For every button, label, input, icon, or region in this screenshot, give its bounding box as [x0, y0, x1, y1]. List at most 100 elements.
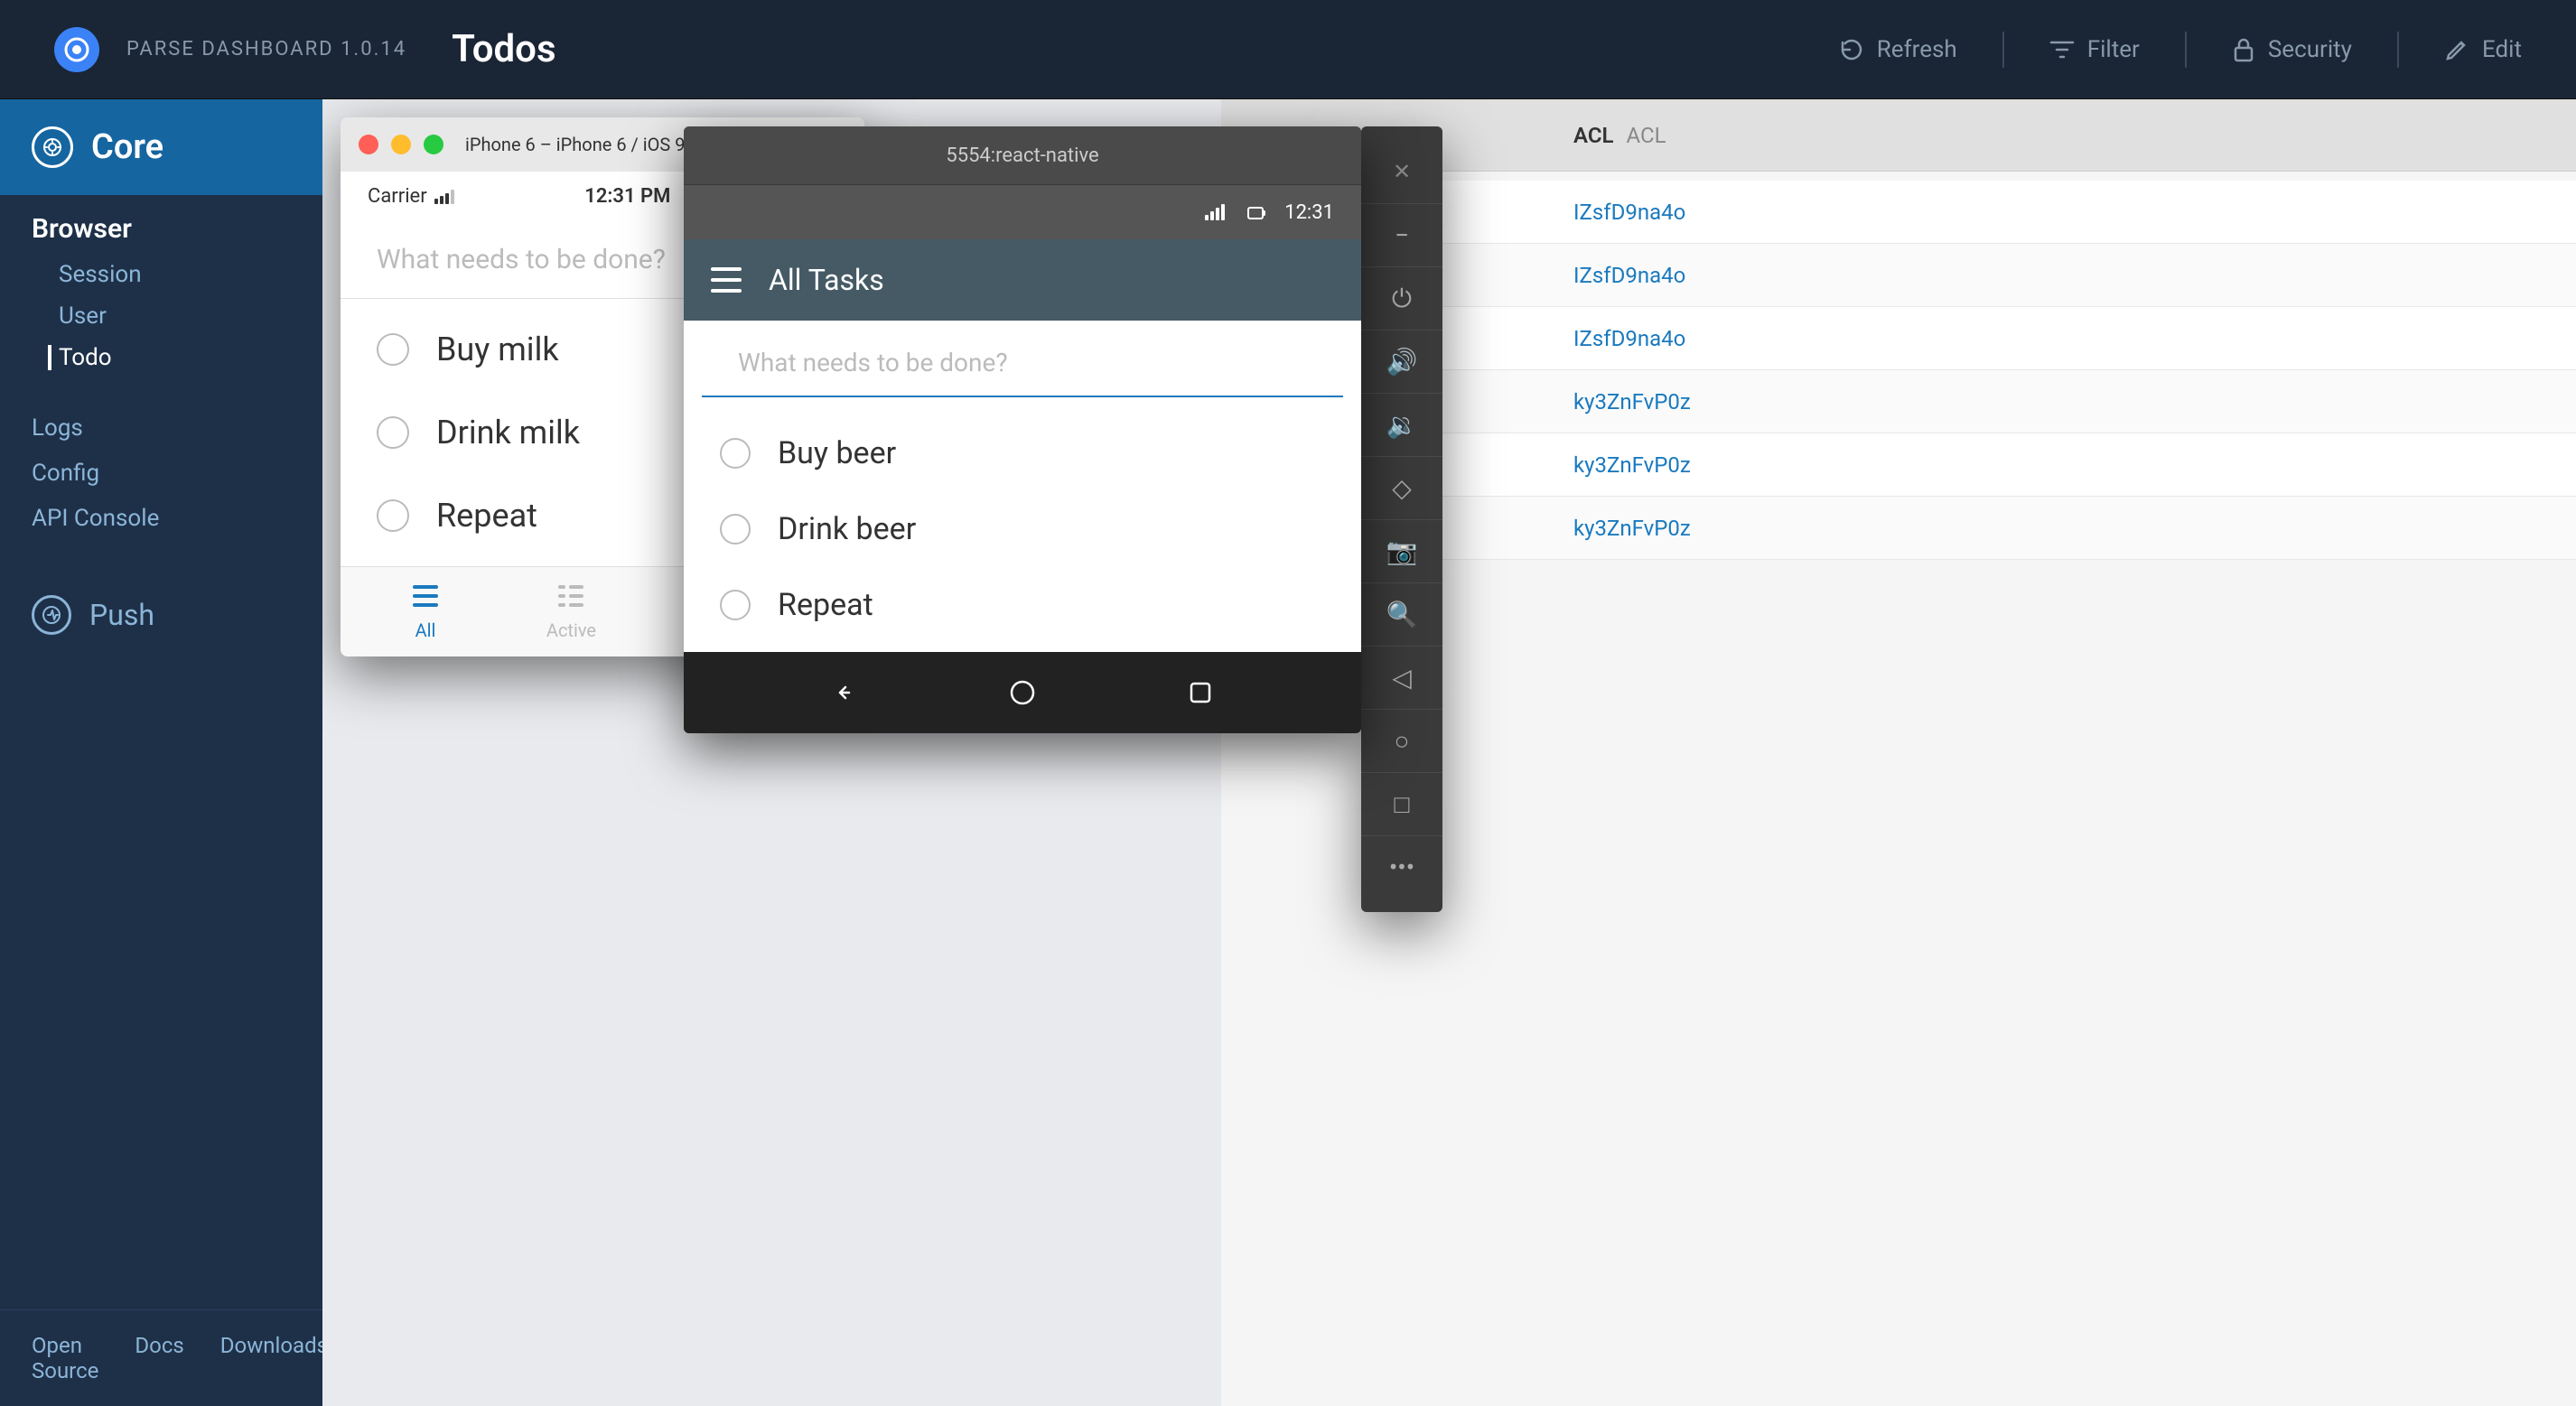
android-tool-power[interactable]: ⏻	[1361, 266, 1442, 330]
android-todo-text: Drink beer	[778, 511, 916, 547]
sidebar-item-session[interactable]: Session	[59, 254, 291, 295]
ios-todo-text: Drink milk	[436, 414, 580, 452]
main-content: Core Browser Session User Todo Logs Conf…	[0, 99, 2576, 1406]
open-source-link[interactable]: Open Source	[32, 1333, 98, 1383]
android-todo-text: Buy beer	[778, 435, 896, 471]
edit-label: Edit	[2482, 36, 2522, 63]
ios-tab-active[interactable]: Active	[546, 582, 596, 641]
parse-logo	[54, 27, 99, 72]
table-cell-acl: IZsfD9na4o	[1573, 200, 1844, 225]
android-tool-volume-up[interactable]: 🔊	[1361, 330, 1442, 393]
android-screen: All Tasks What needs to be done? Buy bee…	[684, 239, 1361, 652]
android-radio[interactable]	[720, 590, 751, 620]
ios-time: 12:31 PM	[584, 185, 670, 208]
android-todo-item: Repeat	[684, 567, 1361, 643]
sidebar-footer: Open Source Docs Downloads •••	[0, 1309, 322, 1406]
core-header: Core	[32, 126, 291, 168]
content-area: text String ACL ACL Repeat IZsfD9na4o Dr…	[322, 99, 2576, 1406]
sidebar-item-api-console[interactable]: API Console	[32, 496, 291, 541]
table-cell-acl: IZsfD9na4o	[1573, 326, 1844, 351]
android-tool-more[interactable]: •••	[1361, 835, 1442, 899]
ios-tab-icon-all	[413, 582, 438, 614]
android-tool-close[interactable]: ✕	[1361, 140, 1442, 203]
ios-maximize-btn[interactable]	[424, 135, 443, 154]
browser-label[interactable]: Browser	[32, 213, 291, 245]
android-home-btn[interactable]	[1004, 675, 1041, 711]
android-nav-bar	[684, 652, 1361, 733]
header-bar: PARSE DASHBOARD 1.0.14 Todos Refresh Fil…	[0, 0, 2576, 99]
ios-todo-text: Repeat	[436, 497, 537, 535]
sidebar-item-config[interactable]: Config	[32, 451, 291, 496]
docs-link[interactable]: Docs	[135, 1333, 183, 1383]
android-todo-text: Repeat	[778, 587, 873, 623]
android-todo-items: Buy beer Drink beer Repeat	[684, 406, 1361, 652]
android-titlebar: 5554:react-native	[684, 126, 1361, 185]
core-icon	[32, 126, 73, 168]
ios-tab-icon-active	[558, 582, 583, 614]
sidebar-other-items: Logs Config API Console	[0, 396, 322, 550]
android-tool-volume-down[interactable]: 🔉	[1361, 393, 1442, 456]
android-radio[interactable]	[720, 514, 751, 545]
header-right: Refresh Filter Security	[1839, 32, 2522, 68]
android-radio[interactable]	[720, 438, 751, 469]
android-back-btn[interactable]	[826, 675, 863, 711]
android-tool-minus[interactable]: −	[1361, 203, 1442, 266]
android-recents-btn[interactable]	[1182, 675, 1218, 711]
ios-tab-all[interactable]: All	[413, 582, 438, 641]
filter-label: Filter	[2087, 36, 2140, 63]
sidebar-core-section[interactable]: Core	[0, 99, 322, 195]
app-title: Todos	[452, 27, 555, 71]
filter-button[interactable]: Filter	[2049, 36, 2140, 63]
ios-todo-text: Buy milk	[436, 331, 559, 368]
sidebar-item-user[interactable]: User	[59, 295, 291, 337]
header-left: PARSE DASHBOARD 1.0.14 Todos	[54, 27, 556, 72]
ios-close-btn[interactable]	[359, 135, 378, 154]
sidebar-item-logs[interactable]: Logs	[32, 405, 291, 451]
android-tool-zoom[interactable]: 🔍	[1361, 582, 1442, 646]
sidebar: Core Browser Session User Todo Logs Conf…	[0, 99, 322, 1406]
table-cell-acl: ky3ZnFvP0z	[1573, 452, 1844, 478]
android-todo-input[interactable]: What needs to be done?	[702, 330, 1343, 397]
android-todo-item: Drink beer	[684, 491, 1361, 567]
table-cell-acl: ky3ZnFvP0z	[1573, 389, 1844, 414]
android-tool-back[interactable]: ◁	[1361, 646, 1442, 709]
android-emulator: 5554:react-native 12:31	[684, 126, 1361, 733]
ios-radio[interactable]	[377, 499, 409, 532]
android-status-bar: 12:31	[684, 185, 1361, 239]
android-tools-panel: ✕ − ⏻ 🔊 🔉 ◇ 📷 🔍 ◁ ○ □ •••	[1361, 126, 1442, 912]
android-tool-square[interactable]: □	[1361, 772, 1442, 835]
android-tool-camera[interactable]: 📷	[1361, 519, 1442, 582]
divider-1	[2002, 32, 2004, 68]
android-app-header: All Tasks	[684, 239, 1361, 321]
ios-radio[interactable]	[377, 416, 409, 449]
sidebar-item-todo[interactable]: Todo	[59, 337, 291, 378]
downloads-link[interactable]: Downloads	[220, 1333, 328, 1383]
android-tool-circle[interactable]: ○	[1361, 709, 1442, 772]
sidebar-browser-section: Browser Session User Todo	[0, 195, 322, 396]
app-container: PARSE DASHBOARD 1.0.14 Todos Refresh Fil…	[0, 0, 2576, 1406]
browser-sub-items: Session User Todo	[32, 254, 291, 378]
android-todo-item: Buy beer	[684, 415, 1361, 491]
refresh-button[interactable]: Refresh	[1839, 36, 1957, 63]
core-label: Core	[91, 127, 163, 167]
table-cell-acl: IZsfD9na4o	[1573, 263, 1844, 288]
divider-3	[2397, 32, 2399, 68]
edit-button[interactable]: Edit	[2444, 36, 2522, 63]
col-acl-header: ACL ACL	[1573, 123, 1844, 148]
android-tool-rotate[interactable]: ◇	[1361, 456, 1442, 519]
sidebar-push-section[interactable]: Push	[0, 568, 322, 662]
ios-carrier: Carrier	[368, 185, 454, 208]
push-label: Push	[89, 598, 154, 632]
ios-minimize-btn[interactable]	[391, 135, 411, 154]
push-icon	[32, 595, 71, 635]
refresh-label: Refresh	[1877, 36, 1957, 63]
parse-title: PARSE DASHBOARD 1.0.14	[126, 38, 406, 61]
android-time: 12:31	[1284, 201, 1334, 224]
security-label: Security	[2268, 36, 2352, 63]
push-header: Push	[32, 595, 291, 635]
android-app-title: All Tasks	[769, 263, 884, 297]
security-button[interactable]: Security	[2232, 36, 2352, 63]
android-title: 5554:react-native	[946, 144, 1098, 167]
ios-radio[interactable]	[377, 333, 409, 366]
ios-tab-label-all: All	[415, 619, 436, 641]
